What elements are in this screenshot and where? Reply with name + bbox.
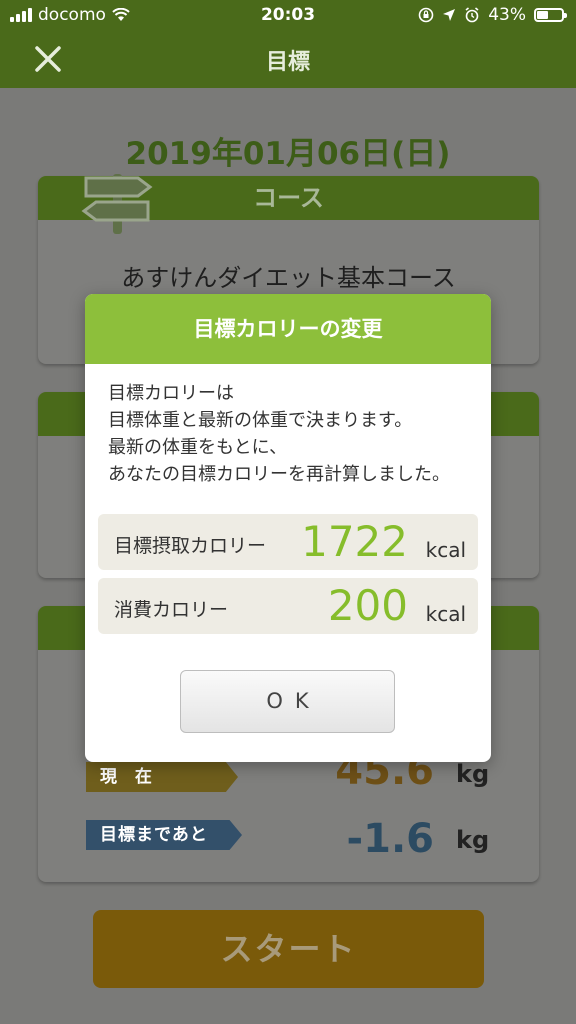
calorie-change-dialog: 目標カロリーの変更 目標カロリーは 目標体重と最新の体重で決まります。 最新の体… xyxy=(85,294,491,762)
page-title: 目標 xyxy=(265,50,310,75)
battery-icon xyxy=(534,8,567,22)
remaining-weight-value: -1.6 xyxy=(346,816,434,862)
remaining-weight-tag: 目標まであと xyxy=(86,820,242,850)
signpost-icon xyxy=(81,174,153,234)
location-icon xyxy=(443,9,456,21)
alarm-icon xyxy=(465,7,479,23)
remaining-weight-unit: kg xyxy=(456,826,490,854)
dialog-line: 目標体重と最新の体重で決まります。 xyxy=(108,410,413,431)
current-weight-unit: kg xyxy=(456,760,490,788)
current-weight-tag: 現 在 xyxy=(86,762,238,792)
status-bar: docomo 20:03 43% xyxy=(0,0,576,30)
dialog-line: 最新の体重をもとに、 xyxy=(108,437,288,458)
burn-calorie-value: 200 xyxy=(327,581,408,630)
battery-percent: 43% xyxy=(488,5,526,25)
intake-calorie-unit: kcal xyxy=(425,538,466,562)
date-label: 2019年01月06日(日) xyxy=(125,136,451,172)
dialog-message: 目標カロリーは 目標体重と最新の体重で決まります。 最新の体重をもとに、 あなた… xyxy=(108,380,478,488)
dialog-line: 目標カロリーは xyxy=(108,383,234,404)
intake-calorie-row: 目標摂取カロリー 1722 kcal xyxy=(98,514,478,570)
dialog-line: あなたの目標カロリーを再計算しました。 xyxy=(108,464,450,485)
status-right: 43% xyxy=(418,5,567,25)
course-name: あすけんダイエット基本コース xyxy=(121,264,456,292)
dialog-title: 目標カロリーの変更 xyxy=(85,294,491,364)
burn-calorie-row: 消費カロリー 200 kcal xyxy=(98,578,478,634)
ok-button[interactable]: OK xyxy=(180,670,395,733)
burn-calorie-unit: kcal xyxy=(425,602,466,626)
intake-calorie-value: 1722 xyxy=(301,517,408,566)
intake-calorie-label: 目標摂取カロリー xyxy=(114,535,267,557)
start-button[interactable]: スタート xyxy=(93,910,484,988)
rotation-lock-icon xyxy=(418,7,434,23)
nav-bar: 目標 xyxy=(0,30,576,88)
burn-calorie-label: 消費カロリー xyxy=(114,599,229,621)
